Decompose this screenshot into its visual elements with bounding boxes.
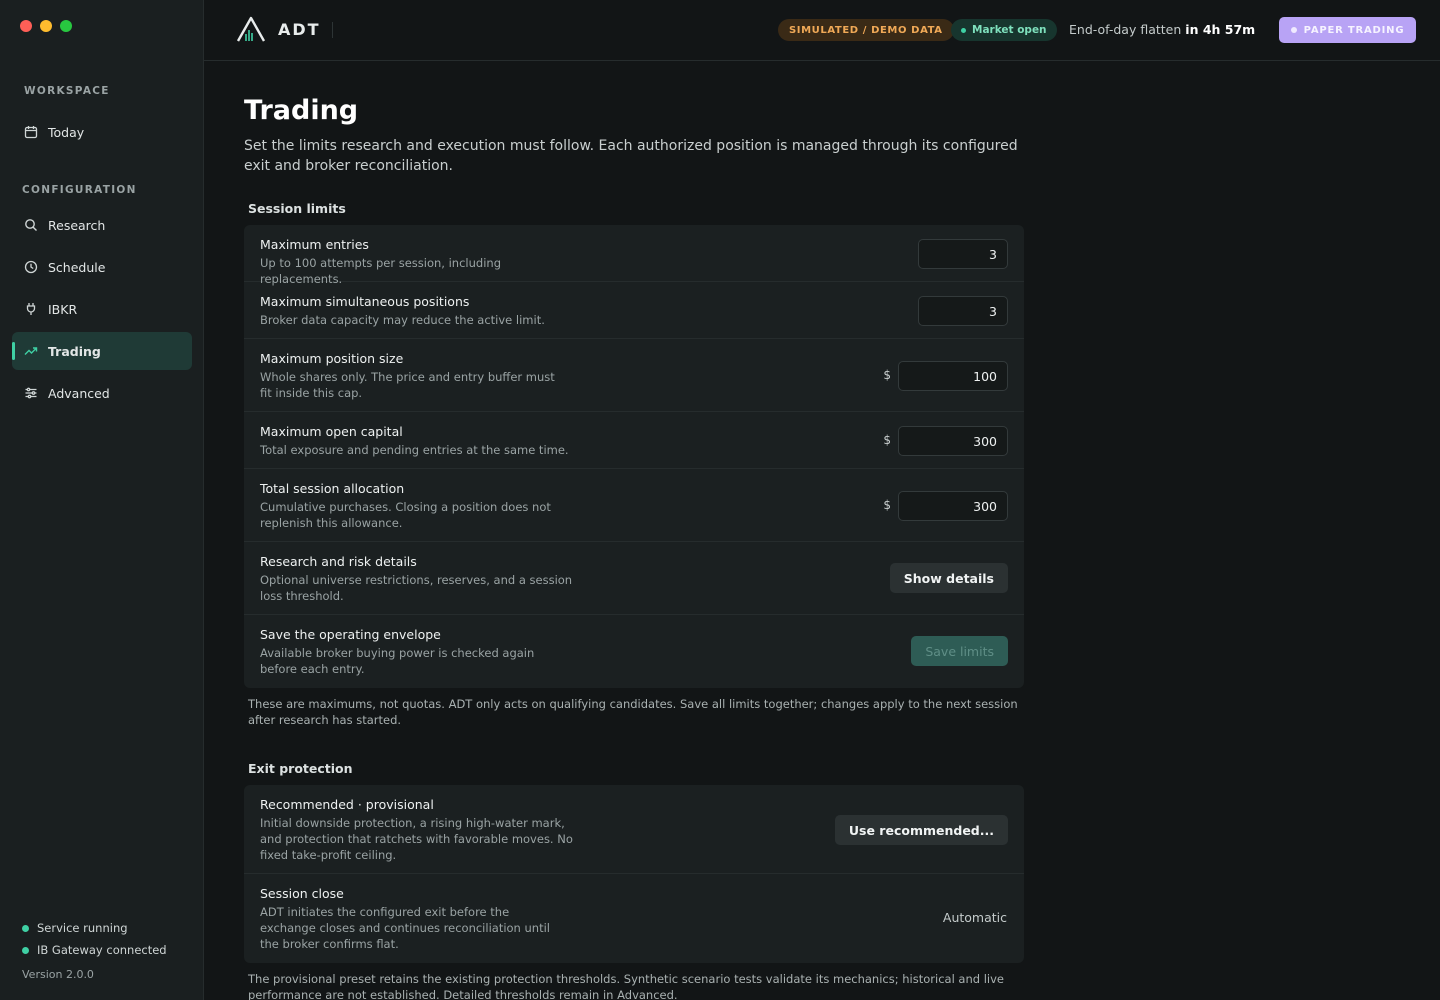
status-dot (1290, 27, 1297, 33)
max-open-capital-input[interactable] (898, 426, 1008, 456)
setting-label: Maximum simultaneous positions (260, 294, 470, 309)
sidebar-item-advanced[interactable]: Advanced (12, 374, 192, 412)
gateway-status: IB Gateway connected (22, 943, 167, 957)
sidebar-item-schedule[interactable]: Schedule (12, 248, 192, 286)
setting-row-max-positions: Maximum simultaneous positions Broker da… (244, 282, 1024, 339)
max-positions-input[interactable] (918, 296, 1008, 326)
version-label: Version 2.0.0 (22, 968, 94, 981)
sidebar-item-label: Today (48, 124, 85, 140)
setting-label: Maximum position size (260, 351, 404, 366)
page-title: Trading (244, 95, 359, 126)
setting-row-session-allocation: Total session allocation Cumulative purc… (244, 469, 1024, 542)
sidebar-item-label: Research (48, 217, 106, 233)
max-entries-input[interactable] (918, 239, 1008, 269)
setting-help: Cumulative purchases. Closing a position… (260, 500, 551, 530)
setting-help: Available broker buying power is checked… (260, 646, 535, 676)
use-recommended-button[interactable]: Use recommended... (834, 815, 1008, 845)
flatten-time: in 4h 57m (1185, 22, 1256, 37)
paper-trading-badge[interactable]: PAPER TRADING (1279, 17, 1416, 43)
calendar-icon (24, 126, 38, 139)
currency-symbol: $ (883, 498, 891, 512)
sliders-icon (25, 387, 37, 399)
setting-row-recommended: Recommended · provisional Initial downsi… (244, 785, 1024, 874)
sidebar-item-trading[interactable]: Trading (12, 332, 192, 370)
setting-help: Broker data capacity may reduce the acti… (260, 313, 545, 327)
market-status-badge: Market open (951, 19, 1057, 41)
minimize-window-button[interactable] (40, 20, 52, 32)
save-limits-button[interactable]: Save limits (911, 636, 1008, 666)
sidebar-item-research[interactable]: Research (12, 206, 192, 244)
show-details-button[interactable]: Show details (889, 563, 1008, 593)
setting-label: Recommended · provisional (260, 797, 434, 812)
setting-label: Save the operating envelope (260, 627, 441, 642)
status-dot (22, 924, 29, 932)
sidebar-item-label: Schedule (48, 259, 106, 275)
sidebar-item-label: IBKR (48, 301, 78, 317)
session-limits-title: Session limits (248, 201, 346, 216)
exit-protection-card: Recommended · provisional Initial downsi… (244, 785, 1024, 963)
topbar: ADT SIMULATED / DEMO DATA Market open En… (204, 0, 1440, 61)
setting-label: Session close (260, 886, 344, 901)
setting-label: Maximum entries (260, 237, 369, 252)
setting-row-save-envelope: Save the operating envelope Available br… (244, 615, 1024, 688)
max-position-size-input[interactable] (898, 361, 1008, 391)
sidebar-item-ibkr[interactable]: IBKR (12, 290, 192, 328)
configuration-section-label: CONFIGURATION (22, 184, 137, 196)
service-status: Service running (22, 921, 128, 935)
workspace-section-label: WORKSPACE (24, 85, 110, 97)
zoom-window-button[interactable] (60, 20, 72, 32)
session-limits-card: Maximum entries Up to 100 attempts per s… (244, 225, 1024, 688)
close-window-button[interactable] (20, 20, 32, 32)
currency-symbol: $ (883, 368, 891, 382)
demo-data-badge: SIMULATED / DEMO DATA (778, 19, 954, 41)
setting-row-max-open-capital: Maximum open capital Total exposure and … (244, 412, 1024, 469)
setting-row-max-position-size: Maximum position size Whole shares only.… (244, 339, 1024, 412)
setting-help: Whole shares only. The price and entry b… (260, 370, 555, 400)
clock-icon (24, 260, 38, 274)
status-dot (22, 946, 29, 954)
setting-row-session-close: Session close ADT initiates the configur… (244, 874, 1024, 963)
setting-help: ADT initiates the configured exit before… (260, 905, 550, 951)
setting-row-research-risk: Research and risk details Optional unive… (244, 542, 1024, 615)
status-dot (961, 27, 966, 33)
setting-help: Optional universe restrictions, reserves… (260, 573, 573, 603)
brand-name: ADT (278, 19, 321, 39)
plug-icon (26, 303, 36, 315)
market-status-text: Market open (972, 24, 1047, 36)
service-status-text: Service running (37, 921, 128, 935)
gateway-status-text: IB Gateway connected (37, 943, 167, 957)
setting-help: Total exposure and pending entries at th… (260, 443, 569, 457)
sidebar: WORKSPACE Today CONFIGURATION Research S… (0, 0, 204, 1000)
session-close-value: Automatic (942, 910, 1007, 925)
brand: ADT (236, 16, 321, 42)
session-limits-note: These are maximums, not quotas. ADT only… (248, 697, 1018, 727)
setting-row-max-entries: Maximum entries Up to 100 attempts per s… (244, 225, 1024, 286)
page-description: Set the limits research and execution mu… (244, 138, 1018, 174)
window-controls (20, 20, 72, 32)
search-icon (25, 219, 37, 231)
paper-trading-text: PAPER TRADING (1303, 24, 1405, 36)
setting-label: Maximum open capital (260, 424, 403, 439)
flatten-countdown: End-of-day flatten in 4h 57m (1069, 22, 1255, 37)
adt-logo-icon (236, 16, 266, 42)
sidebar-item-label: Advanced (48, 385, 110, 401)
trend-up-icon (24, 347, 38, 355)
sidebar-item-label: Trading (48, 343, 101, 359)
flatten-label: End-of-day flatten (1069, 22, 1182, 37)
setting-label: Research and risk details (260, 554, 417, 569)
exit-protection-note: The provisional preset retains the exist… (248, 972, 1004, 1000)
exit-protection-title: Exit protection (248, 761, 353, 776)
divider (332, 22, 333, 38)
session-allocation-input[interactable] (898, 491, 1008, 521)
setting-label: Total session allocation (260, 481, 405, 496)
sidebar-item-today[interactable]: Today (12, 113, 192, 151)
currency-symbol: $ (883, 433, 891, 447)
setting-help: Initial downside protection, a rising hi… (260, 816, 573, 862)
